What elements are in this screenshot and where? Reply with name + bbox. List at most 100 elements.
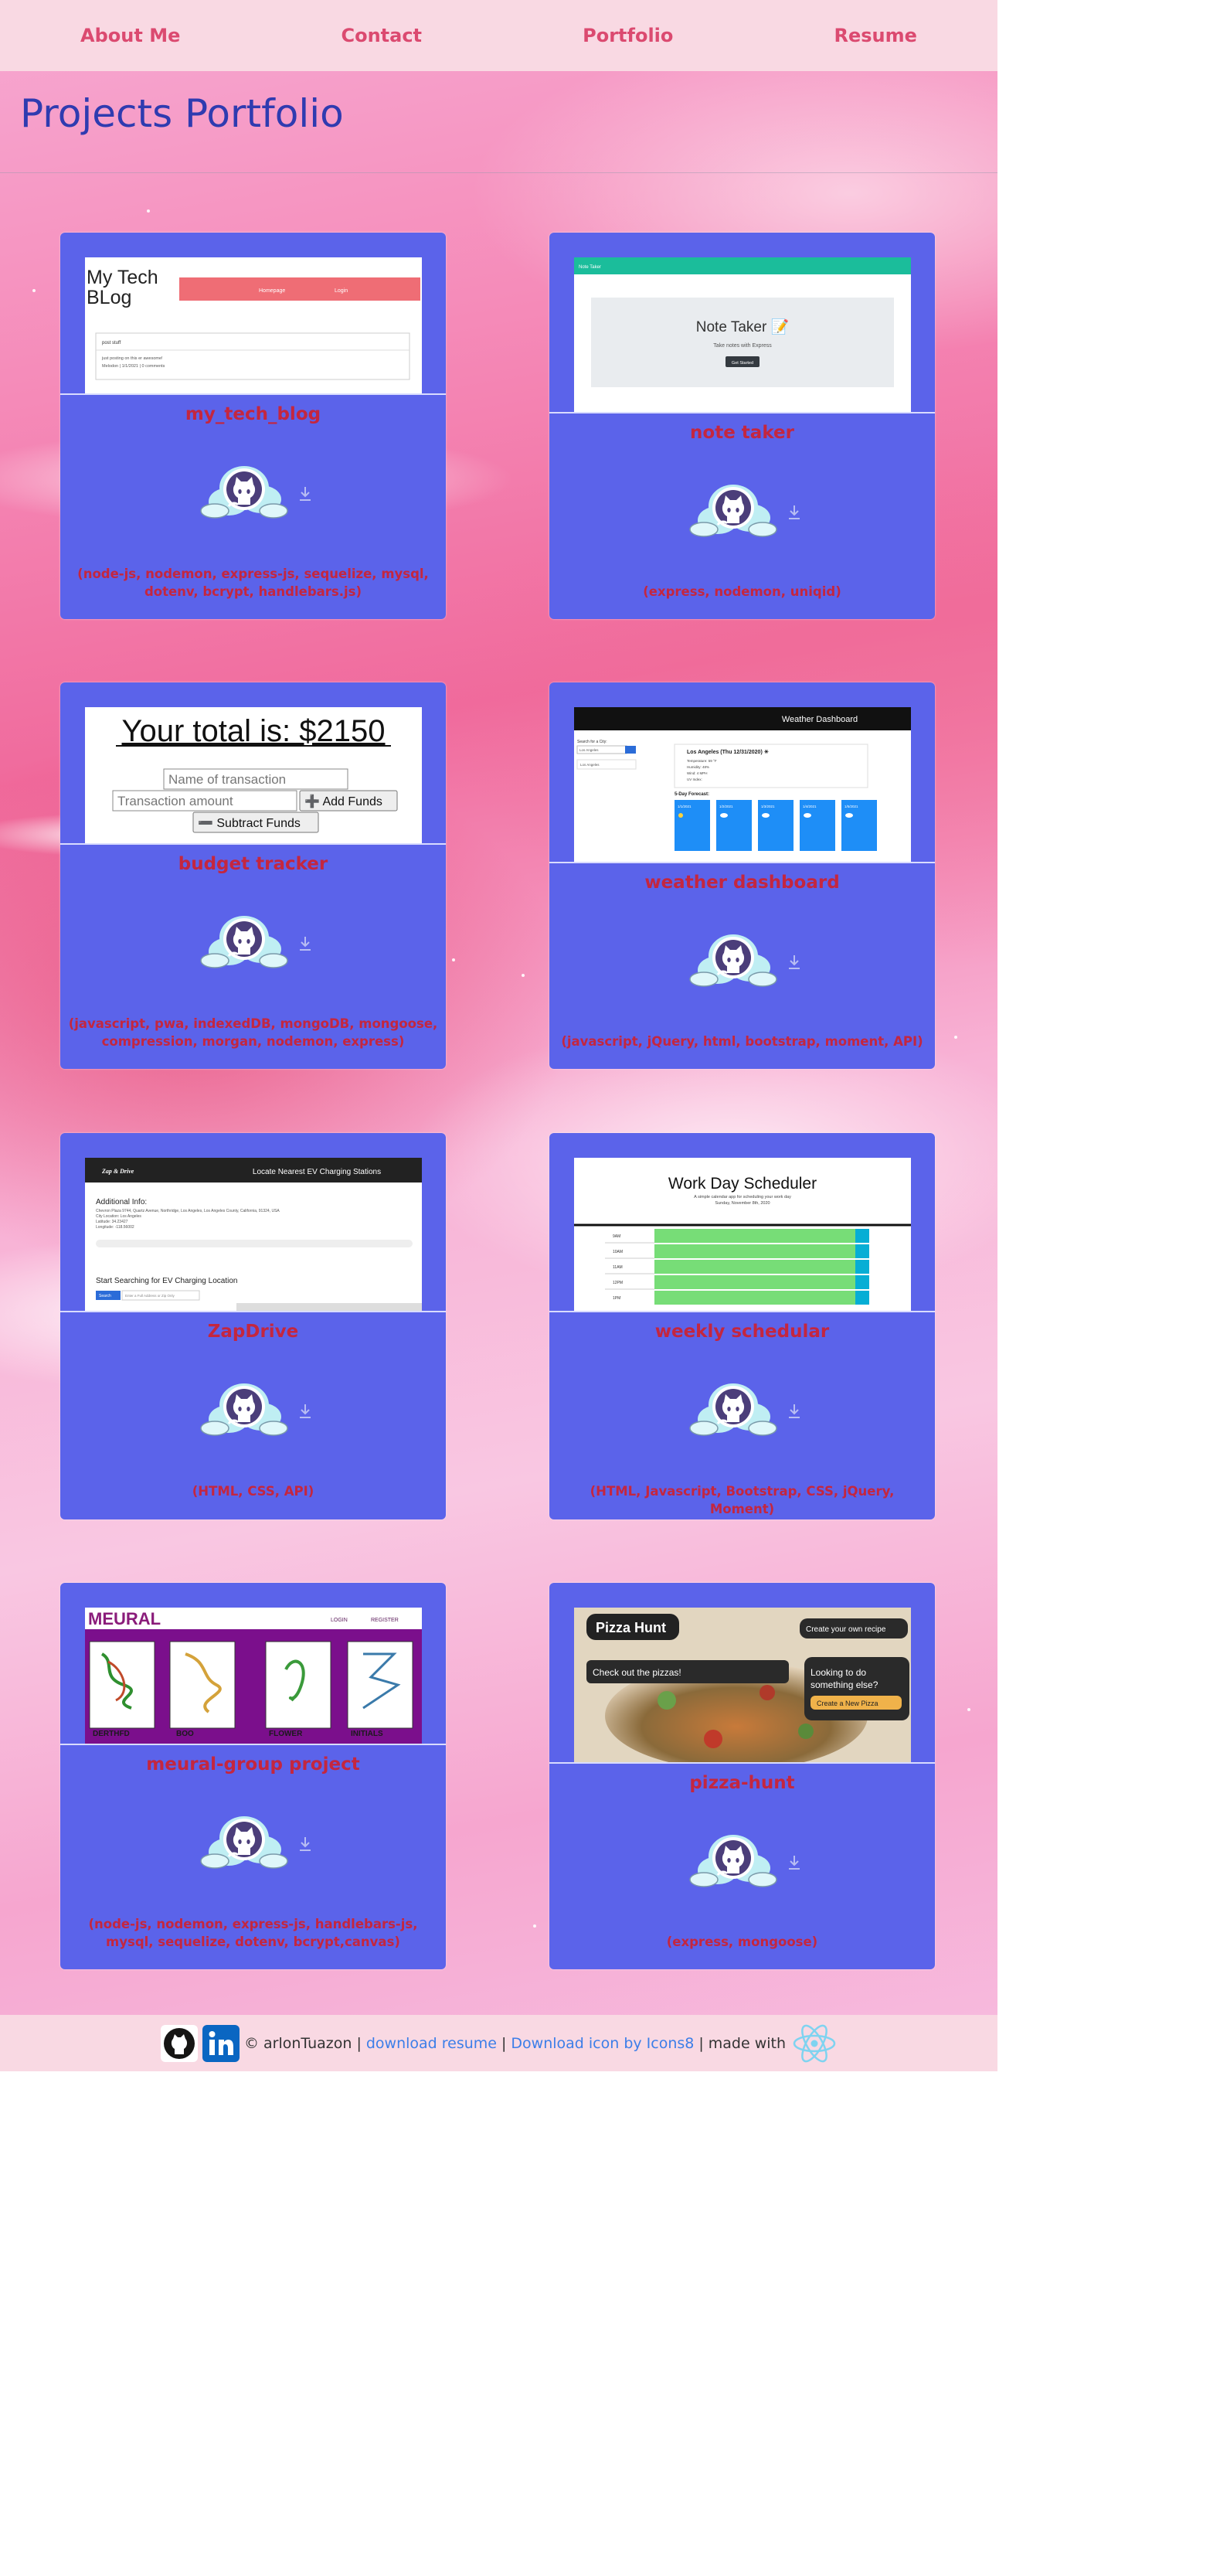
project-tech-stack: (express, mongoose): [666, 1935, 818, 1949]
svg-text:12PM: 12PM: [613, 1281, 623, 1285]
nav-portfolio[interactable]: Portfolio: [583, 25, 673, 46]
card-divider: [60, 1744, 446, 1745]
card-divider: [549, 862, 935, 863]
project-card-zapdrive: Zap & Drive Locate Nearest EV Charging S…: [60, 1133, 446, 1519]
svg-text:Additional Info:: Additional Info:: [96, 1198, 147, 1206]
svg-text:Zap & Drive: Zap & Drive: [101, 1168, 134, 1175]
github-cloud-icon[interactable]: [198, 457, 291, 526]
github-cloud-icon[interactable]: [687, 925, 780, 995]
project-tech-stack: (node-js, nodemon, express-js, handlebar…: [88, 1917, 418, 1949]
download-icon[interactable]: [298, 1404, 312, 1419]
card-divider: [549, 412, 935, 413]
github-cloud-icon[interactable]: [687, 475, 780, 545]
icons8-credit-link[interactable]: Download icon by Icons8: [511, 2035, 694, 2052]
download-icon[interactable]: [787, 1855, 801, 1870]
card-divider: [60, 1311, 446, 1312]
svg-text:Weather Dashboard: Weather Dashboard: [782, 715, 858, 724]
github-cloud-icon[interactable]: [198, 907, 291, 976]
svg-text:something else?: something else?: [811, 1679, 878, 1690]
copyright-text: © arlonTuazon: [243, 2034, 352, 2052]
nav-resume[interactable]: Resume: [834, 25, 916, 46]
svg-text:Sunday, November 8th, 2020: Sunday, November 8th, 2020: [715, 1201, 770, 1206]
svg-text:Note Taker 📝: Note Taker 📝: [696, 318, 789, 335]
sparkle: [452, 958, 455, 961]
svg-text:1/4/2021: 1/4/2021: [803, 805, 817, 808]
download-icon[interactable]: [787, 505, 801, 520]
nav-contact[interactable]: Contact: [341, 25, 422, 46]
sparkle: [954, 1036, 957, 1039]
svg-text:Humidity: 48%: Humidity: 48%: [687, 765, 709, 769]
svg-text:1/1/2021: 1/1/2021: [678, 805, 692, 808]
svg-text:Enter a Full Address or Zip On: Enter a Full Address or Zip Only: [125, 1294, 175, 1298]
download-icon[interactable]: [298, 936, 312, 951]
svg-text:Locate Nearest EV Charging Sta: Locate Nearest EV Charging Stations: [253, 1168, 381, 1176]
project-screenshot[interactable]: Work Day Scheduler A simple calendar app…: [574, 1158, 911, 1311]
svg-text:Login: Login: [335, 288, 348, 294]
svg-text:Create a New Pizza: Create a New Pizza: [817, 1700, 878, 1707]
project-card-weather-dashboard: Weather Dashboard Search for a City: Los…: [549, 682, 935, 1069]
download-icon[interactable]: [298, 486, 312, 502]
github-cloud-icon[interactable]: [687, 1826, 780, 1895]
svg-text:Search for a City:: Search for a City:: [577, 740, 607, 744]
svg-text:Los Angeles: Los Angeles: [579, 748, 599, 752]
svg-text:Search: Search: [99, 1294, 111, 1298]
project-screenshot[interactable]: Zap & Drive Locate Nearest EV Charging S…: [85, 1158, 422, 1311]
project-card-note-taker: Note Taker Note Taker 📝 Take notes with …: [549, 233, 935, 619]
download-icon[interactable]: [298, 1836, 312, 1852]
footer: © arlonTuazon | download resume | Downlo…: [0, 2015, 997, 2071]
project-tech-stack: (HTML, CSS, API): [192, 1484, 314, 1499]
svg-text:➖ Subtract Funds: ➖ Subtract Funds: [198, 817, 301, 830]
project-card-budget-tracker: Your total is: $2150 Name of transaction…: [60, 682, 446, 1069]
nav-about-me[interactable]: About Me: [80, 25, 180, 46]
project-screenshot[interactable]: Your total is: $2150 Name of transaction…: [85, 707, 422, 843]
svg-text:Take notes with Express: Take notes with Express: [713, 343, 772, 349]
project-screenshot[interactable]: Weather Dashboard Search for a City: Los…: [574, 707, 911, 862]
svg-text:just posting on this er awesom: just posting on this er awesome!: [101, 356, 163, 361]
svg-text:Temperature: 59 °F: Temperature: 59 °F: [687, 759, 717, 763]
svg-text:5-Day Forecast:: 5-Day Forecast:: [675, 792, 709, 797]
project-title[interactable]: pizza-hunt: [549, 1773, 935, 1793]
project-screenshot[interactable]: My Tech BLog Homepage Login post stuff j…: [85, 257, 422, 393]
navbar: About Me Contact Portfolio Resume: [0, 0, 997, 71]
project-title[interactable]: weekly schedular: [549, 1322, 935, 1342]
svg-text:UV Index:: UV Index:: [687, 778, 702, 781]
svg-text:1/3/2021: 1/3/2021: [761, 805, 775, 808]
download-resume-link[interactable]: download resume: [366, 2035, 497, 2052]
github-cloud-icon[interactable]: [198, 1374, 291, 1444]
svg-text:1PM: 1PM: [613, 1296, 620, 1301]
svg-text:Work Day Scheduler: Work Day Scheduler: [668, 1175, 817, 1193]
sparkle: [522, 974, 525, 977]
svg-text:DERTHFD: DERTHFD: [93, 1730, 130, 1738]
footer-separator: |: [501, 2034, 507, 2052]
project-title[interactable]: meural-group project: [60, 1754, 446, 1775]
svg-text:BLog: BLog: [87, 287, 131, 308]
project-screenshot[interactable]: MEURAL LOGIN REGISTER DERTHFD BOO FLOWER…: [85, 1608, 422, 1744]
github-icon[interactable]: [160, 2024, 198, 2062]
svg-text:Los Angeles (Thu 12/31/2020) ☀: Los Angeles (Thu 12/31/2020) ☀: [687, 749, 769, 755]
react-icon: [792, 2021, 837, 2066]
project-card-pizza-hunt: Pizza Hunt Create your own recipe Check …: [549, 1583, 935, 1969]
sparkle: [147, 209, 150, 213]
svg-text:Note Taker: Note Taker: [579, 265, 601, 270]
project-tech-stack: (javascript, jQuery, html, bootstrap, mo…: [561, 1034, 923, 1049]
project-screenshot[interactable]: Pizza Hunt Create your own recipe Check …: [574, 1608, 911, 1762]
github-cloud-icon[interactable]: [198, 1807, 291, 1877]
svg-text:Chevron Plaza 9744, Quartz Ave: Chevron Plaza 9744, Quartz Avenue, North…: [96, 1209, 280, 1213]
github-cloud-icon[interactable]: [687, 1374, 780, 1444]
svg-text:Pizza Hunt: Pizza Hunt: [596, 1620, 666, 1635]
svg-text:Start Searching for EV Chargin: Start Searching for EV Charging Location: [96, 1277, 237, 1285]
project-title[interactable]: note taker: [549, 423, 935, 443]
linkedin-icon[interactable]: [202, 2024, 240, 2062]
svg-text:Name of transaction: Name of transaction: [168, 772, 286, 787]
footer-separator: |: [698, 2034, 704, 2052]
svg-text:Create your own recipe: Create your own recipe: [806, 1625, 886, 1634]
project-title[interactable]: weather dashboard: [549, 873, 935, 893]
project-title[interactable]: my_tech_blog: [60, 404, 446, 424]
download-icon[interactable]: [787, 1404, 801, 1419]
download-icon[interactable]: [787, 955, 801, 970]
project-title[interactable]: budget tracker: [60, 854, 446, 874]
project-title[interactable]: ZapDrive: [60, 1322, 446, 1342]
project-screenshot[interactable]: Note Taker Note Taker 📝 Take notes with …: [574, 257, 911, 412]
svg-text:City Location: Los Angeles: City Location: Los Angeles: [96, 1214, 141, 1219]
svg-text:post stuff: post stuff: [102, 341, 121, 345]
